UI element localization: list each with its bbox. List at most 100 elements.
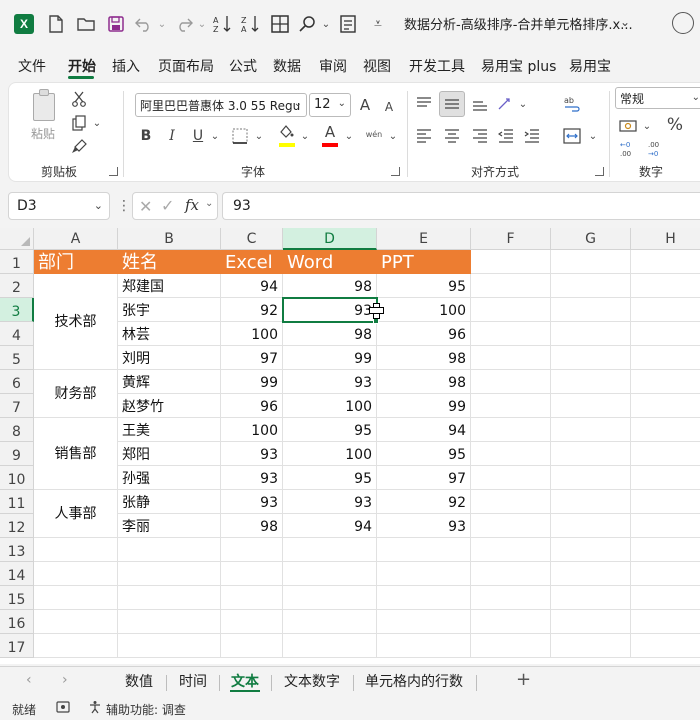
increase-decimal-icon[interactable]: ←0.00 <box>617 139 639 159</box>
more-options-icon[interactable]: ⋮ <box>117 198 131 214</box>
ppt-score-cell[interactable]: 92 <box>377 490 471 514</box>
grid-cell[interactable] <box>631 442 700 466</box>
ppt-score-cell[interactable]: 98 <box>377 346 471 370</box>
open-folder-icon[interactable] <box>76 14 96 34</box>
grid-cell[interactable] <box>377 610 471 634</box>
grid-cell[interactable] <box>471 370 551 394</box>
alignment-launcher-icon[interactable] <box>595 167 604 176</box>
name-cell[interactable]: 孙强 <box>118 466 221 490</box>
word-score-cell[interactable]: 95 <box>283 466 377 490</box>
grid-cell[interactable] <box>471 634 551 658</box>
grid-cell[interactable] <box>631 586 700 610</box>
merge-dropdown-icon[interactable]: ⌄ <box>587 125 599 147</box>
undo-icon[interactable] <box>134 14 154 34</box>
sheet-tab-text-number[interactable]: 文本数字 <box>284 671 340 691</box>
grid-cell[interactable] <box>551 514 631 538</box>
grid-cell[interactable] <box>551 250 631 274</box>
grid-cell[interactable] <box>221 610 283 634</box>
underline-dropdown-icon[interactable]: ⌄ <box>209 125 221 147</box>
grid-cell[interactable] <box>631 346 700 370</box>
tab-data[interactable]: 数据 <box>273 56 301 76</box>
accessibility-status[interactable]: 辅助功能: 调查 <box>106 701 186 718</box>
undo-dropdown-icon[interactable]: ⌄ <box>152 14 172 34</box>
sheet-tab-text[interactable]: 文本 <box>231 671 259 691</box>
row-header[interactable]: 17 <box>0 634 34 658</box>
column-header[interactable]: E <box>377 228 471 250</box>
grid-cell[interactable] <box>283 634 377 658</box>
grid-cell[interactable] <box>471 298 551 322</box>
name-cell[interactable]: 林芸 <box>118 322 221 346</box>
fx-dropdown-icon[interactable]: ⌄ <box>205 198 213 209</box>
grid-cell[interactable] <box>471 250 551 274</box>
find-dropdown-icon[interactable]: ⌄ <box>316 14 336 34</box>
copy-icon[interactable] <box>69 113 89 133</box>
excel-score-cell[interactable]: 92 <box>221 298 283 322</box>
add-sheet-button[interactable]: + <box>516 669 531 690</box>
accounting-dropdown-icon[interactable]: ⌄ <box>641 115 653 137</box>
grid-cell[interactable] <box>551 322 631 346</box>
ppt-score-cell[interactable]: 96 <box>377 322 471 346</box>
grid-cell[interactable] <box>551 562 631 586</box>
grid-cell[interactable] <box>118 538 221 562</box>
accessibility-icon[interactable] <box>88 700 102 717</box>
row-header[interactable]: 7 <box>0 394 34 418</box>
excel-score-cell[interactable]: 93 <box>221 466 283 490</box>
increase-indent-icon[interactable] <box>521 125 543 147</box>
grid-cell[interactable] <box>631 370 700 394</box>
grid-cell[interactable] <box>118 586 221 610</box>
excel-score-cell[interactable]: 93 <box>221 442 283 466</box>
decrease-decimal-icon[interactable]: .00 →0 <box>645 139 667 159</box>
grid-cell[interactable] <box>34 610 118 634</box>
grid-cell[interactable] <box>471 610 551 634</box>
row-header[interactable]: 5 <box>0 346 34 370</box>
cut-icon[interactable] <box>69 89 89 109</box>
tab-insert[interactable]: 插入 <box>112 56 140 76</box>
word-score-cell[interactable]: 98 <box>283 322 377 346</box>
row-header[interactable]: 14 <box>0 562 34 586</box>
italic-button[interactable]: I <box>161 125 183 147</box>
tab-page-layout[interactable]: 页面布局 <box>158 56 214 76</box>
grid-cell[interactable] <box>34 562 118 586</box>
name-cell[interactable]: 张宇 <box>118 298 221 322</box>
sheet-tab-rows-in-cell[interactable]: 单元格内的行数 <box>365 671 463 691</box>
next-sheet-icon[interactable]: › <box>62 672 68 688</box>
grid-cell[interactable] <box>551 466 631 490</box>
phonetic-dropdown-icon[interactable]: ⌄ <box>387 125 399 147</box>
tab-yiyongbao[interactable]: 易用宝 <box>569 56 611 76</box>
formula-input[interactable]: 93 <box>222 192 700 220</box>
form-icon[interactable] <box>338 14 358 34</box>
tab-view[interactable]: 视图 <box>363 56 391 76</box>
grid-cell[interactable] <box>118 610 221 634</box>
column-header[interactable]: B <box>118 228 221 250</box>
grid-cell[interactable] <box>221 586 283 610</box>
grid-cell[interactable] <box>551 298 631 322</box>
word-score-cell[interactable]: 93 <box>283 490 377 514</box>
grid-cell[interactable] <box>283 610 377 634</box>
name-cell[interactable]: 张静 <box>118 490 221 514</box>
save-icon[interactable] <box>106 14 126 34</box>
row-header[interactable]: 13 <box>0 538 34 562</box>
grid-cell[interactable] <box>377 562 471 586</box>
row-header[interactable]: 8 <box>0 418 34 442</box>
grid-cell[interactable] <box>221 538 283 562</box>
row-header[interactable]: 3 <box>0 298 34 322</box>
column-header[interactable]: G <box>551 228 631 250</box>
grid-cell[interactable] <box>221 562 283 586</box>
row-header[interactable]: 4 <box>0 322 34 346</box>
word-score-cell[interactable]: 93 <box>283 370 377 394</box>
column-header[interactable]: D <box>283 228 377 250</box>
ppt-score-cell[interactable]: 95 <box>377 274 471 298</box>
grid-cell[interactable] <box>471 490 551 514</box>
tab-home[interactable]: 开始 <box>68 56 96 76</box>
name-box[interactable]: D3 ⌄ <box>8 192 110 220</box>
font-color-dropdown-icon[interactable]: ⌄ <box>343 125 355 147</box>
grid-cell[interactable] <box>631 634 700 658</box>
excel-score-cell[interactable]: 96 <box>221 394 283 418</box>
column-header[interactable]: C <box>221 228 283 250</box>
grid-cell[interactable] <box>118 634 221 658</box>
grid-cell[interactable] <box>551 418 631 442</box>
grid-cell[interactable] <box>631 298 700 322</box>
grid-cell[interactable] <box>283 586 377 610</box>
paste-button[interactable]: 粘贴 <box>31 125 55 142</box>
grid-cell[interactable] <box>551 442 631 466</box>
